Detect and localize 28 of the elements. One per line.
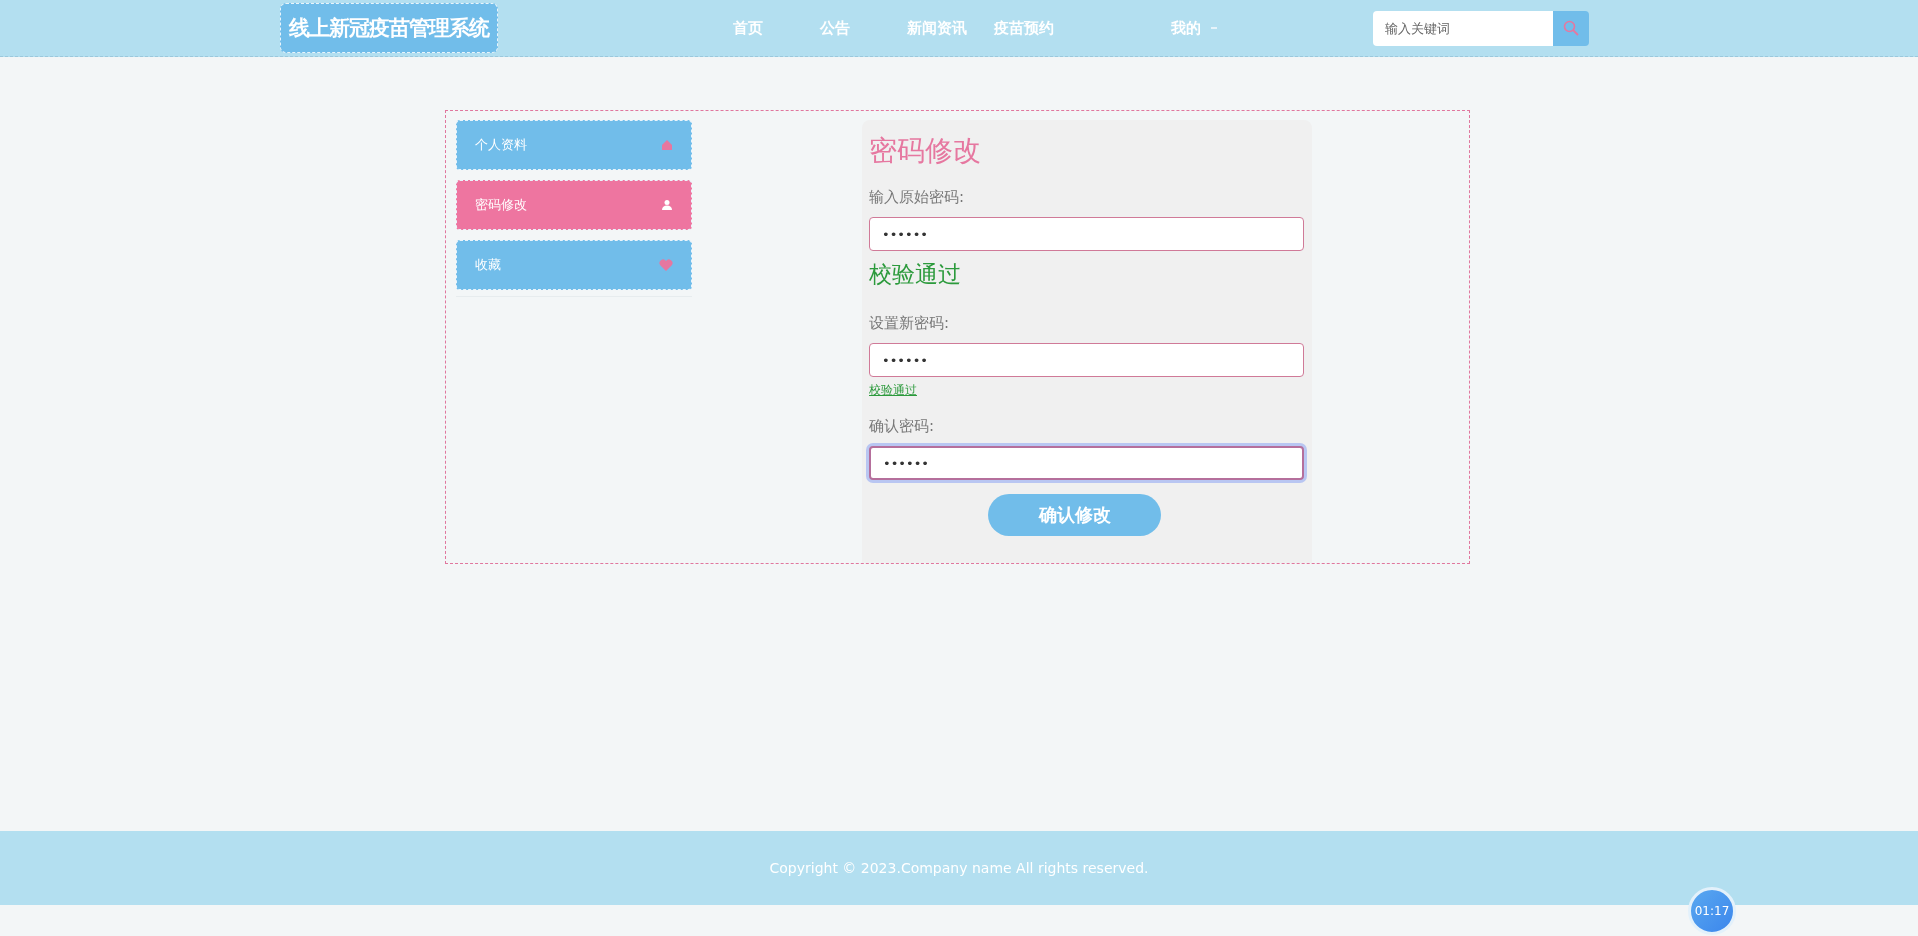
validation-message: 校验通过 — [869, 382, 918, 399]
copyright-text: Copyright © 2023.Company name All rights reserved. — [769, 860, 1149, 876]
heart-icon — [659, 259, 673, 271]
user-icon — [661, 199, 673, 211]
sidebar-item[interactable]: 收藏 — [456, 240, 692, 290]
submit-button[interactable]: 确认修改 — [988, 494, 1161, 536]
search-button[interactable] — [1553, 10, 1589, 46]
password-field[interactable]: •••••• — [869, 343, 1304, 377]
nav-link[interactable]: 新闻资讯 — [907, 18, 972, 38]
field-label: 设置新密码: — [869, 314, 951, 333]
form-title: 密码修改 — [869, 133, 982, 169]
nav-link[interactable]: 疫苗预约 — [994, 18, 1059, 38]
site-logo[interactable]: 线上新冠疫苗管理系统 — [280, 3, 498, 53]
caret-icon — [1211, 27, 1217, 29]
home-icon — [661, 139, 673, 151]
field-label: 确认密码: — [869, 417, 936, 436]
sidebar-item[interactable]: 个人资料 — [456, 120, 692, 170]
timer-badge: 01:17 — [1688, 887, 1736, 935]
field-label: 输入原始密码: — [869, 188, 966, 207]
nav-link[interactable]: 首页 — [733, 18, 798, 38]
search-icon — [1563, 20, 1579, 36]
search-field[interactable]: 输入关键词 — [1373, 10, 1553, 46]
nav-dropdown[interactable]: 我的 — [1171, 18, 1236, 38]
sidebar-item[interactable]: 密码修改 — [456, 180, 692, 230]
password-field[interactable]: •••••• — [869, 217, 1304, 251]
nav-link[interactable]: 公告 — [820, 18, 885, 38]
password-field[interactable]: •••••• — [869, 446, 1304, 480]
validation-message: 校验通过 — [869, 260, 962, 289]
